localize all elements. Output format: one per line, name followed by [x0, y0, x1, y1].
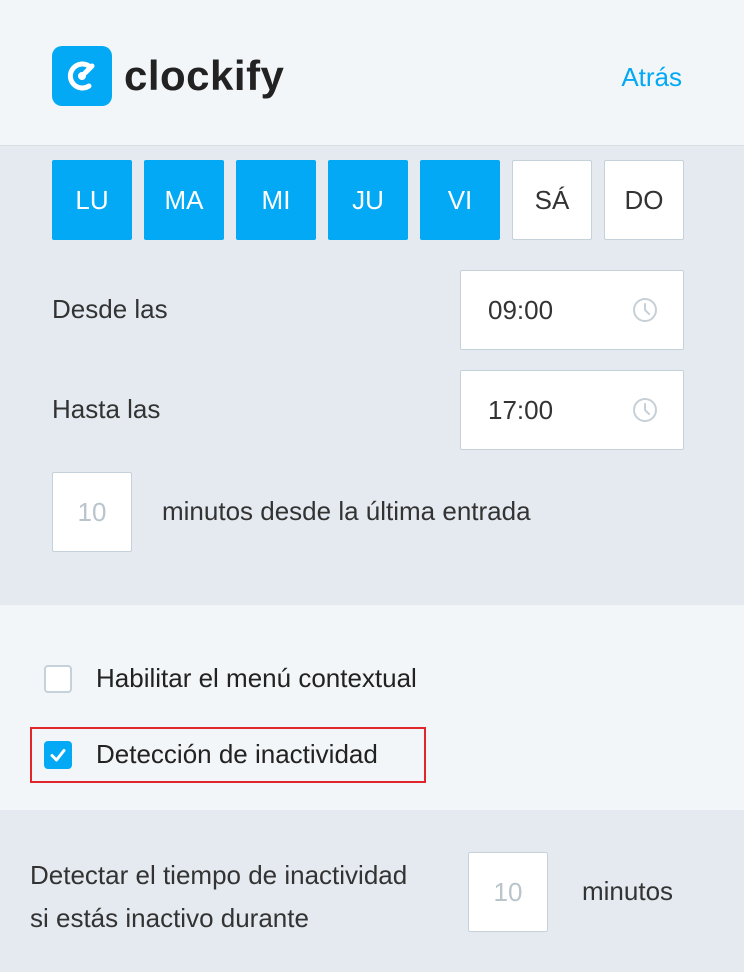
to-label: Hasta las [52, 394, 161, 424]
from-time-value: 09:00 [488, 294, 554, 325]
schedule-section: LU MA MI JU VI SÁ DO Desde las 09:00 Has… [0, 146, 744, 605]
day-friday[interactable]: VI [420, 160, 500, 240]
back-link[interactable]: Atrás [621, 62, 682, 93]
to-time-input[interactable]: 17:00 [460, 370, 684, 450]
from-time-input[interactable]: 09:00 [460, 270, 684, 350]
idle-time-label: Detectar el tiempo de inactividad si est… [30, 854, 460, 940]
context-menu-option[interactable]: Habilitar el menú contextual [44, 663, 417, 694]
clock-icon [633, 398, 657, 422]
checkmark-icon [50, 748, 66, 761]
idle-detection-checkbox[interactable] [44, 740, 72, 769]
idle-detection-label: Detección de inactividad [96, 739, 378, 769]
context-menu-label: Habilitar el menú contextual [96, 663, 417, 693]
idle-minutes-input[interactable]: 10 [468, 852, 548, 932]
to-time-value: 17:00 [488, 394, 554, 425]
reminder-minutes-input[interactable]: 10 [52, 472, 132, 552]
reminder-minutes-label: minutos desde la última entrada [162, 496, 531, 526]
clockify-logo: clockify [52, 46, 284, 106]
logo-text: clockify [124, 52, 285, 99]
day-tuesday[interactable]: MA [144, 160, 224, 240]
idle-detection-option[interactable]: Detección de inactividad [44, 739, 378, 770]
day-saturday[interactable]: SÁ [512, 160, 592, 240]
idle-label-line2: si estás inactivo durante [30, 903, 309, 933]
clockify-logo-icon [52, 46, 112, 106]
weekday-selector: LU MA MI JU VI SÁ DO [52, 160, 684, 240]
day-sunday[interactable]: DO [604, 160, 684, 240]
from-label: Desde las [52, 294, 168, 324]
options-section: Habilitar el menú contextual Detección d… [0, 605, 744, 810]
day-thursday[interactable]: JU [328, 160, 408, 240]
idle-minutes-label: minutos [582, 876, 674, 906]
idle-section: Detectar el tiempo de inactividad si est… [0, 810, 744, 972]
day-wednesday[interactable]: MI [236, 160, 316, 240]
clock-icon [633, 298, 657, 322]
day-monday[interactable]: LU [52, 160, 132, 240]
context-menu-checkbox[interactable] [44, 664, 72, 693]
idle-label-line1: Detectar el tiempo de inactividad [30, 860, 408, 890]
header: clockify Atrás [0, 0, 744, 146]
